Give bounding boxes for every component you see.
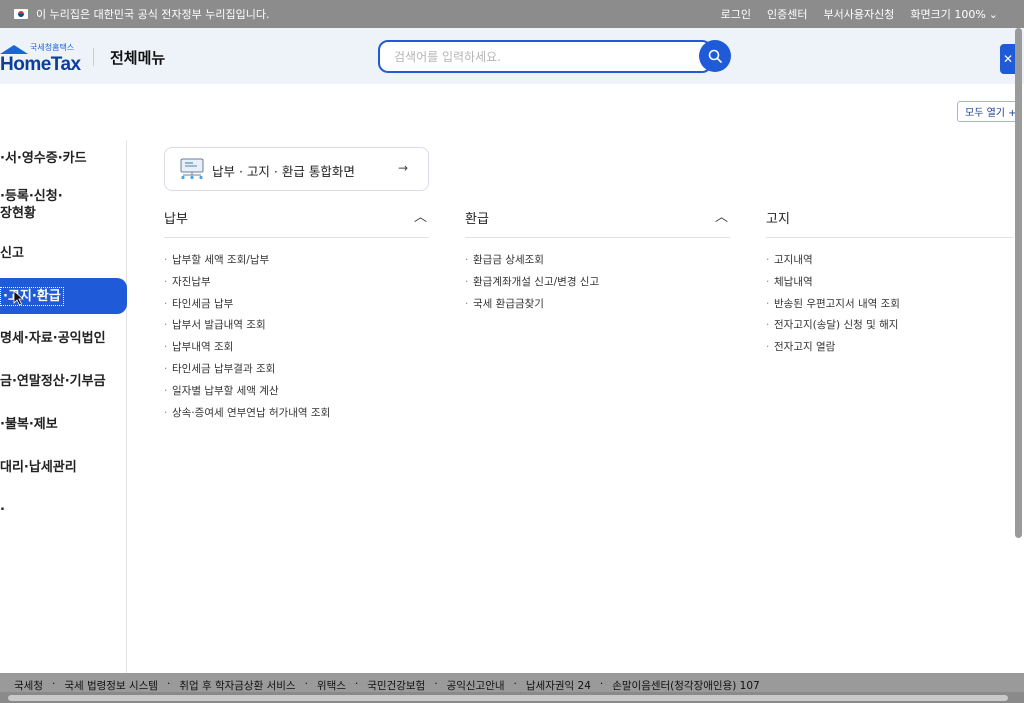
search-icon (708, 49, 722, 63)
list-item[interactable]: 상속·증여세 연부연납 허가내역 조회 (164, 403, 429, 425)
sidebar-item-label: 명세·자료·공익법인 (0, 331, 106, 346)
korea-flag-icon (14, 9, 28, 19)
footer-separator: · (599, 678, 604, 690)
sidebar-item-label: ·불복·제보 (0, 417, 58, 432)
utility-links: 로그인 인증센터 부서사용자신청 화면크기 100% ⌄ (721, 0, 998, 28)
footer-link-taxpayer-rights[interactable]: 납세자권익 24 (526, 678, 591, 693)
zoom-level-label: 화면크기 100% (910, 8, 986, 21)
list-item[interactable]: 환급금 상세조회 (465, 250, 730, 272)
footer-link-law[interactable]: 국세 법령정보 시스템 (64, 678, 158, 693)
column-title: 고지 (766, 212, 790, 227)
menu-list: 고지내역 체납내역 반송된 우편고지서 내역 조회 전자고지(송달) 신청 및 … (766, 250, 1013, 359)
list-item[interactable]: 고지내역 (766, 250, 1013, 272)
sidebar-item-label-line2: 장현황 (0, 206, 36, 221)
scrollbar-thumb[interactable] (1015, 28, 1022, 538)
sidebar-item-year-end[interactable]: 금·연말정산·기부금 (0, 373, 127, 390)
login-link[interactable]: 로그인 (721, 6, 751, 22)
logo-roof-icon (0, 45, 28, 54)
menu-column-payment: 납부 ︿ 납부할 세액 조회/납부 자진납부 타인세금 납부 납부서 발급내역 … (164, 205, 429, 424)
hometax-logo[interactable]: 국세청홈택스 HomeTax (0, 40, 81, 75)
column-title: 납부 (164, 212, 188, 227)
header-divider (93, 48, 94, 66)
search-box (378, 40, 712, 73)
footer-link-relay-center[interactable]: 손말이음센터(청각장애인용) 107 (612, 678, 760, 693)
list-item[interactable]: 일자별 납부할 세액 계산 (164, 381, 429, 403)
sidebar-item-more[interactable]: . (0, 498, 127, 515)
footer-separator: · (51, 678, 56, 690)
footer-separator: · (434, 678, 438, 690)
logo-subtitle: 국세청홈택스 (30, 43, 75, 52)
footer-separator: · (513, 678, 517, 690)
sidebar-item-label: ·고지·환급 (0, 286, 64, 306)
chevron-up-icon[interactable]: ︿ (414, 206, 427, 225)
dept-user-apply-link[interactable]: 부서사용자신청 (824, 6, 895, 22)
footer-link-health[interactable]: 국민건강보험 (367, 678, 425, 693)
footer-separator: · (304, 678, 308, 690)
combined-screen-card[interactable]: 납부 · 고지 · 환급 통합화면 → (164, 147, 429, 191)
sidebar-item-registration[interactable]: ·등록·신청· 장현황 (0, 188, 127, 222)
footer-link-wetax[interactable]: 위택스 (317, 678, 346, 693)
chevron-down-icon: ⌄ (988, 8, 998, 21)
list-item[interactable]: 환급계좌개설 신고/변경 신고 (465, 272, 730, 294)
logo-wordmark: HomeTax (0, 54, 81, 75)
gov-notice-text: 이 누리집은 대한민국 공식 전자정부 누리집입니다. (36, 8, 270, 21)
search-input[interactable] (380, 42, 710, 71)
list-item[interactable]: 납부서 발급내역 조회 (164, 315, 429, 337)
list-item[interactable]: 반송된 우편고지서 내역 조회 (766, 294, 1013, 316)
menu-column-refund: 환급 ︿ 환급금 상세조회 환급계좌개설 신고/변경 신고 국세 환급금찾기 (465, 205, 730, 315)
list-item[interactable]: 타인세금 납부결과 조회 (164, 359, 429, 381)
sidebar-item-statements[interactable]: 명세·자료·공익법인 (0, 330, 127, 347)
menu-list: 납부할 세액 조회/납부 자진납부 타인세금 납부 납부서 발급내역 조회 납부… (164, 250, 429, 424)
expand-all-button[interactable]: 모두 열기 + (957, 101, 1021, 122)
sidebar-item-label: 금·연말정산·기부금 (0, 374, 106, 389)
sidebar-item-filing[interactable]: 신고 (0, 245, 127, 262)
chevron-up-icon[interactable]: ︿ (715, 206, 728, 225)
gov-notice-bar: 이 누리집은 대한민국 공식 전자정부 누리집입니다. 로그인 인증센터 부서사… (0, 0, 1024, 28)
category-sidebar: ·서·영수증·카드 ·등록·신청· 장현황 신고 ·고지·환급 명세·자료·공익… (0, 140, 127, 673)
sidebar-item-label: 신고 (0, 246, 24, 261)
mouse-cursor-icon (13, 290, 25, 306)
combined-screen-label: 납부 · 고지 · 환급 통합화면 (212, 164, 355, 179)
sidebar-item-agent[interactable]: 대리·납세관리 (0, 459, 127, 476)
monitor-network-icon (180, 158, 204, 180)
column-header[interactable]: 납부 ︿ (164, 205, 429, 238)
sidebar-item-label: ·등록·신청· (0, 189, 63, 204)
page-title: 전체메뉴 (110, 49, 166, 67)
list-item[interactable]: 전자고지 열람 (766, 337, 1013, 359)
footer-separator: · (166, 678, 171, 690)
horizontal-scrollbar[interactable] (0, 692, 1024, 703)
footer-link-nts[interactable]: 국세청 (14, 678, 43, 693)
sidebar-item-label: ·서·영수증·카드 (0, 151, 87, 166)
list-item[interactable]: 납부내역 조회 (164, 337, 429, 359)
sidebar-item-label: 대리·납세관리 (0, 460, 77, 475)
list-item[interactable]: 타인세금 납부 (164, 294, 429, 316)
cert-center-link[interactable]: 인증센터 (767, 6, 807, 22)
footer-link-public-report[interactable]: 공익신고안내 (447, 678, 505, 693)
column-title: 환급 (465, 212, 489, 227)
close-icon: ✕ (1002, 52, 1014, 66)
column-header[interactable]: 고지 (766, 205, 1013, 238)
footer-link-student-loan[interactable]: 취업 후 학자금상환 서비스 (179, 678, 295, 693)
list-item[interactable]: 체납내역 (766, 272, 1013, 294)
menu-column-notice: 고지 고지내역 체납내역 반송된 우편고지서 내역 조회 전자고지(송달) 신청… (766, 205, 1013, 359)
list-item[interactable]: 납부할 세액 조회/납부 (164, 250, 429, 272)
sidebar-item-label: . (0, 499, 5, 514)
footer-separator: · (354, 678, 359, 690)
list-item[interactable]: 국세 환급금찾기 (465, 294, 730, 316)
zoom-level-dropdown[interactable]: 화면크기 100% ⌄ (910, 6, 998, 22)
footer-links: 국세청 · 국세 법령정보 시스템 · 취업 후 학자금상환 서비스 · 위택스 · 국… (14, 678, 760, 693)
sidebar-item-receipts[interactable]: ·서·영수증·카드 (0, 150, 127, 167)
list-item[interactable]: 전자고지(송달) 신청 및 해지 (766, 315, 1013, 337)
scrollbar-thumb[interactable] (8, 695, 1008, 701)
site-header: 국세청홈택스 HomeTax 전체메뉴 ✕ (0, 28, 1024, 84)
sidebar-item-appeal[interactable]: ·불복·제보 (0, 416, 127, 433)
vertical-scrollbar[interactable] (1013, 28, 1024, 673)
search-button[interactable] (699, 40, 731, 72)
list-item[interactable]: 자진납부 (164, 272, 429, 294)
column-header[interactable]: 환급 ︿ (465, 205, 730, 238)
arrow-right-icon: → (398, 161, 409, 175)
menu-list: 환급금 상세조회 환급계좌개설 신고/변경 신고 국세 환급금찾기 (465, 250, 730, 315)
